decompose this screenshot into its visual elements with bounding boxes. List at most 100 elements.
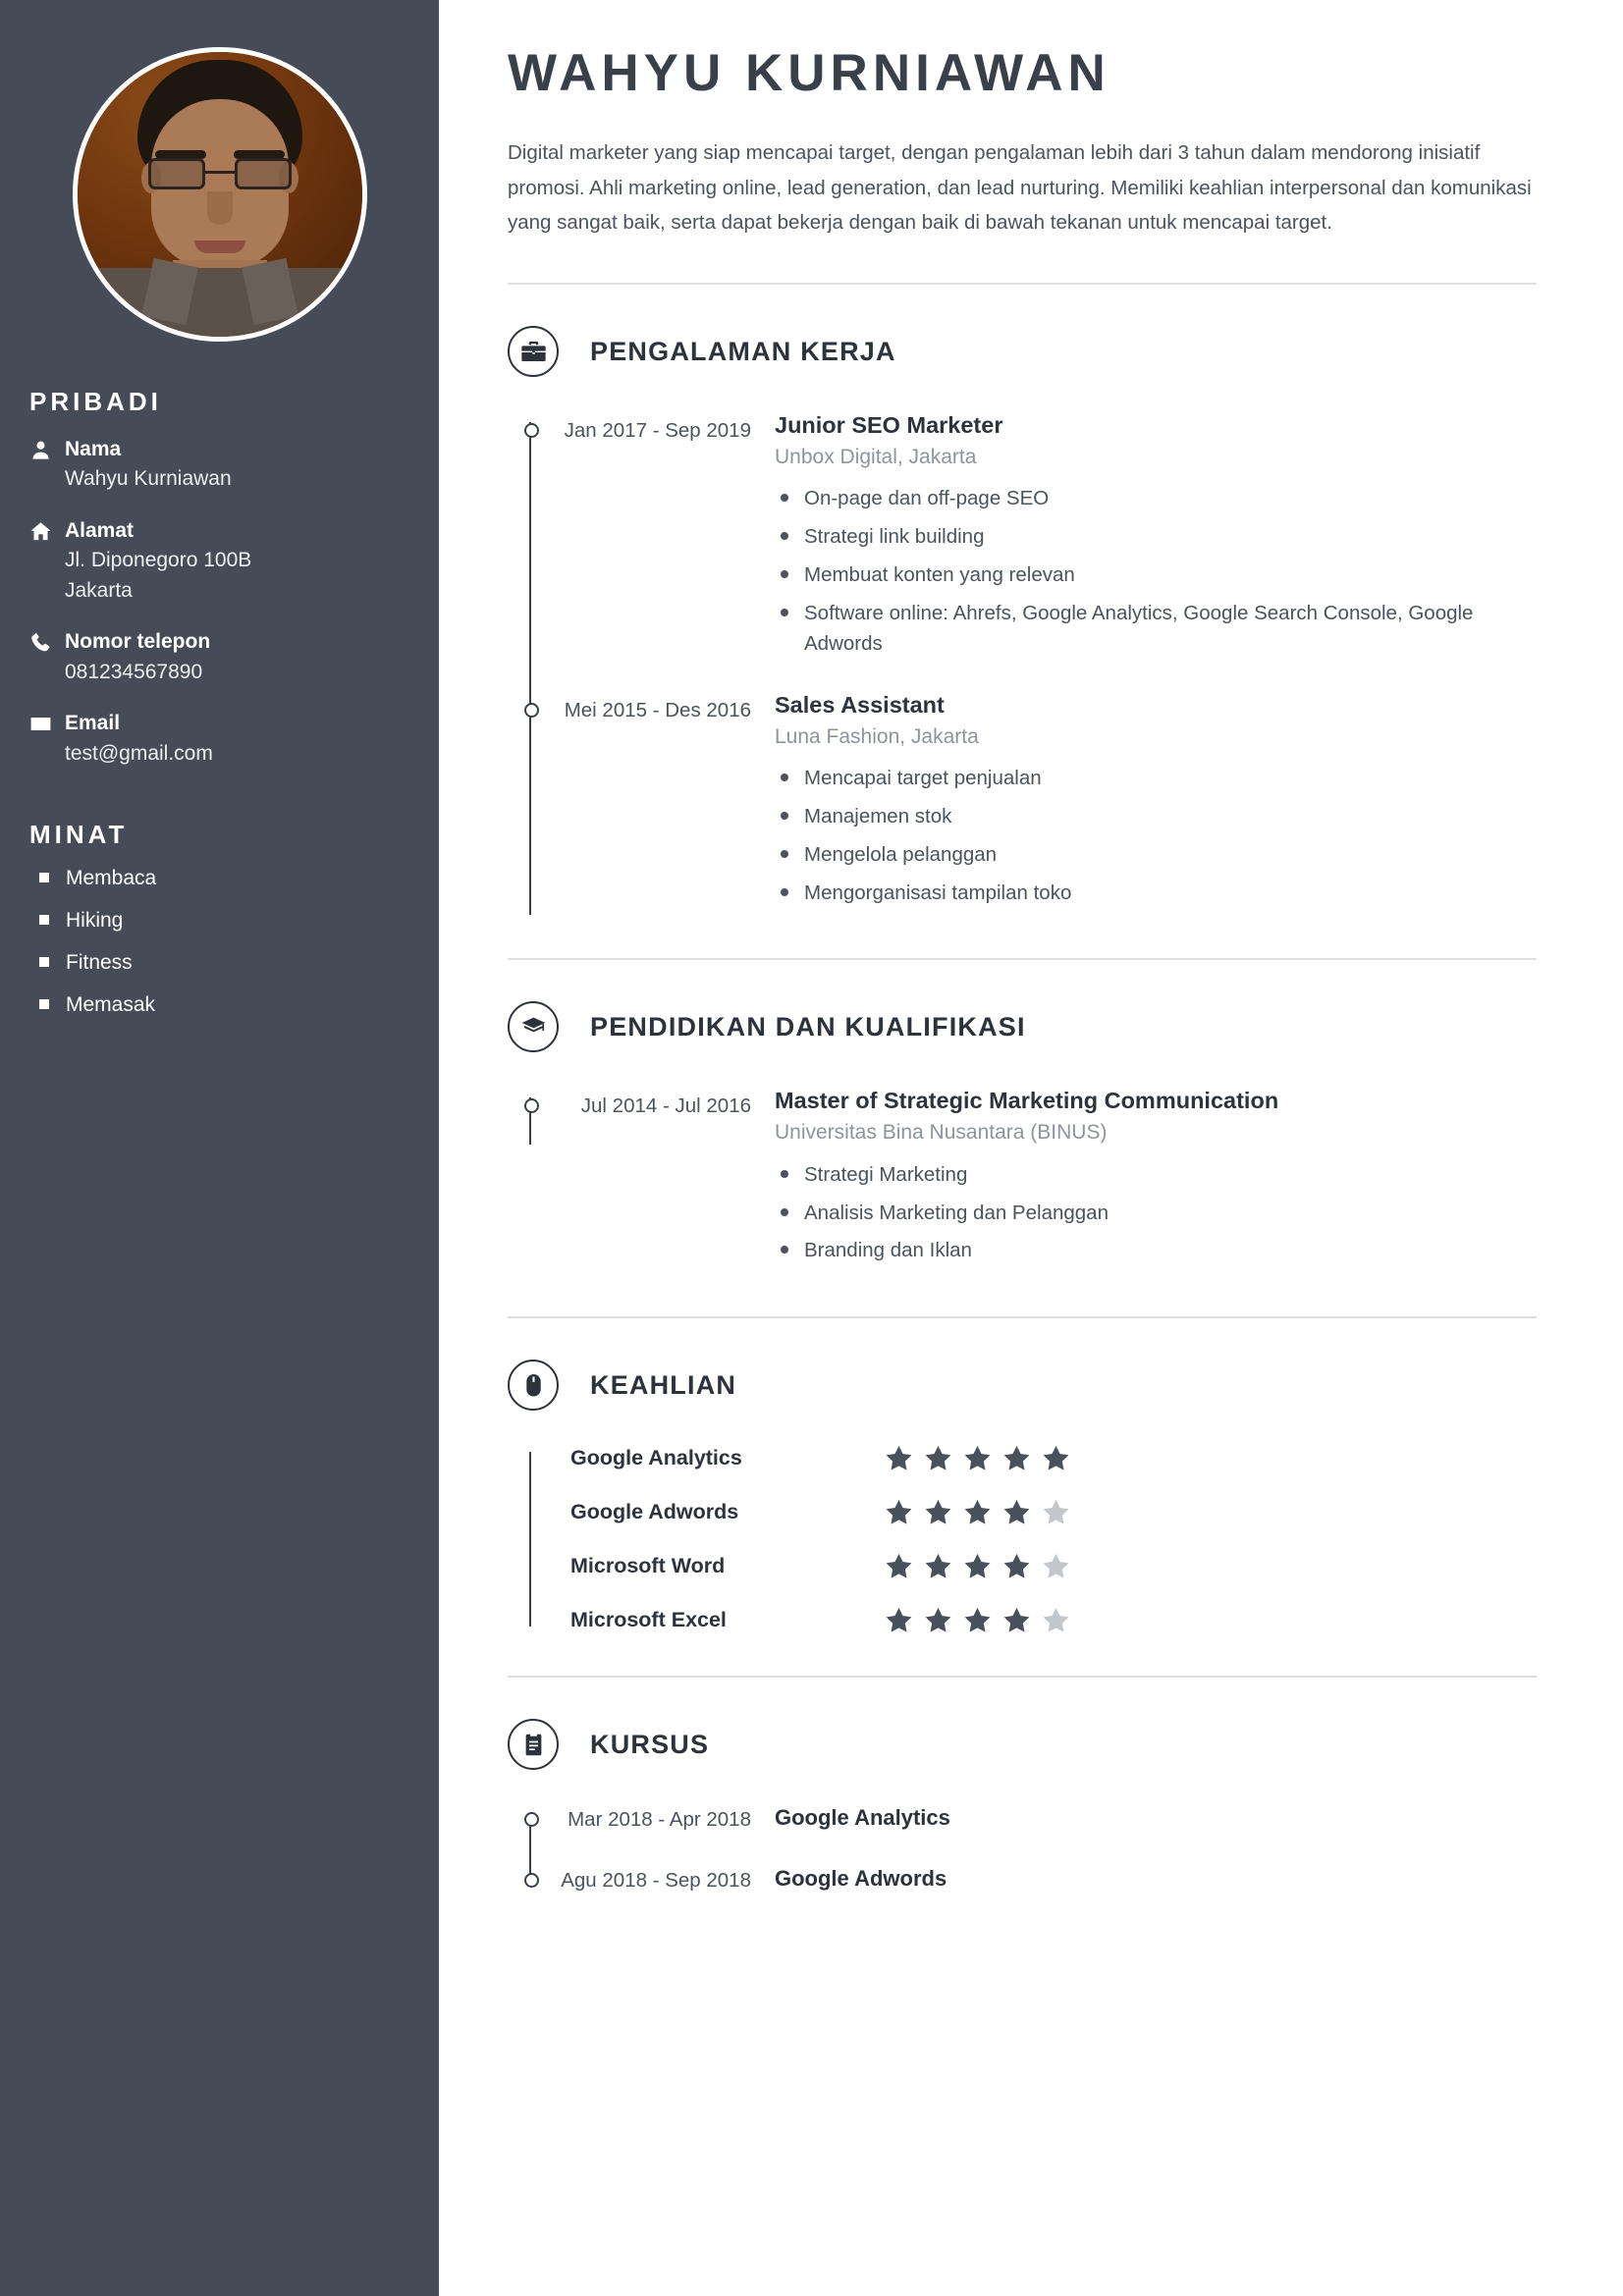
bullet-item: Branding dan Iklan	[775, 1235, 1537, 1266]
star-icon	[1002, 1498, 1031, 1526]
experience-timeline: Jan 2017 - Sep 2019 Junior SEO Marketer …	[508, 410, 1537, 916]
list-item: Membaca	[39, 868, 439, 888]
course-entry: Mar 2018 - Apr 2018 Google Analytics	[523, 1803, 1537, 1835]
star-icon	[963, 1498, 992, 1526]
star-icon	[1042, 1444, 1070, 1472]
skills-list: Google Analytics Google Adwords Microsof…	[508, 1444, 1537, 1634]
person-icon	[29, 439, 65, 461]
entry-bullets: Mencapai target penjualan Manajemen stok…	[775, 763, 1537, 908]
section-title: KEAHLIAN	[590, 1369, 737, 1400]
skill-name: Google Analytics	[570, 1446, 742, 1470]
course-entry: Agu 2018 - Sep 2018 Google Adwords	[523, 1864, 1537, 1896]
skill-row: Microsoft Excel	[529, 1606, 1537, 1634]
bullet-item: Analisis Marketing dan Pelanggan	[775, 1198, 1537, 1229]
section-title: KURSUS	[590, 1729, 710, 1759]
divider	[508, 283, 1537, 286]
skill-row: Google Adwords	[529, 1498, 1537, 1526]
section-title: PENDIDIKAN DAN KUALIFIKASI	[590, 1011, 1026, 1041]
contact-item-nama: Nama Wahyu Kurniawan	[29, 435, 439, 495]
contact-value: Wahyu Kurniawan	[65, 467, 232, 491]
section-title: PENGALAMAN KERJA	[590, 336, 896, 366]
home-icon	[29, 520, 65, 543]
skill-row: Microsoft Word	[529, 1552, 1537, 1580]
star-icon	[963, 1606, 992, 1634]
star-icon	[924, 1552, 952, 1580]
bullet-item: Strategi link building	[775, 521, 1537, 553]
star-icon	[924, 1444, 952, 1472]
star-icon	[885, 1498, 913, 1526]
section-header-education: PENDIDIKAN DAN KUALIFIKASI	[508, 1001, 1537, 1053]
avatar-container	[0, 0, 439, 351]
square-bullet-icon	[39, 999, 49, 1010]
timeline-dot-icon	[523, 1812, 539, 1828]
star-icon	[1042, 1498, 1070, 1526]
skill-name: Google Adwords	[570, 1500, 739, 1524]
bullet-item: Manajemen stok	[775, 801, 1537, 832]
skill-name: Microsoft Word	[570, 1554, 726, 1578]
timeline-dot-icon	[523, 1872, 539, 1888]
divider	[508, 1316, 1537, 1319]
main-content: WAHYU KURNIAWAN Digital marketer yang si…	[439, 0, 1623, 2296]
experience-entry: Mei 2015 - Des 2016 Sales Assistant Luna…	[523, 690, 1537, 915]
entry-role: Junior SEO Marketer	[775, 412, 1003, 439]
star-icon	[924, 1606, 952, 1634]
course-date: Mar 2018 - Apr 2018	[568, 1808, 751, 1832]
star-icon	[1002, 1606, 1031, 1634]
interest-label: Fitness	[66, 950, 133, 974]
star-icon	[885, 1552, 913, 1580]
square-bullet-icon	[39, 915, 49, 926]
entry-degree: Master of Strategic Marketing Communicat…	[775, 1088, 1279, 1114]
star-icon	[1042, 1606, 1070, 1634]
timeline-dot-icon	[523, 703, 539, 719]
envelope-icon	[29, 713, 65, 735]
graduation-cap-icon	[508, 1001, 559, 1053]
avatar	[72, 47, 367, 342]
profile-summary: Digital marketer yang siap mencapai targ…	[508, 141, 1532, 234]
bullet-item: Mencapai target penjualan	[775, 763, 1537, 794]
skill-rating	[885, 1552, 1070, 1580]
education-timeline: Jul 2014 - Jul 2016 Master of Strategic …	[508, 1086, 1537, 1273]
contact-item-alamat: Alamat Jl. Diponegoro 100B Jakarta	[29, 516, 439, 606]
interest-label: Membaca	[66, 866, 157, 889]
interest-label: Hiking	[66, 908, 124, 932]
course-name: Google Adwords	[775, 1865, 947, 1891]
square-bullet-icon	[39, 873, 49, 883]
section-header-courses: KURSUS	[508, 1719, 1537, 1771]
interests-heading: MINAT	[29, 819, 129, 849]
briefcase-icon	[508, 326, 559, 378]
contact-label: Email	[65, 712, 121, 735]
bullet-item: On-page dan off-page SEO	[775, 483, 1537, 514]
interest-label: Memasak	[66, 992, 156, 1016]
skill-rating	[885, 1606, 1070, 1634]
skill-row: Google Analytics	[529, 1444, 1537, 1472]
star-icon	[924, 1498, 952, 1526]
education-entry: Jul 2014 - Jul 2016 Master of Strategic …	[523, 1086, 1537, 1273]
contact-value: Jl. Diponegoro 100B Jakarta	[65, 549, 252, 602]
contact-value: test@gmail.com	[65, 741, 213, 765]
entry-bullets: Strategi Marketing Analisis Marketing da…	[775, 1159, 1537, 1266]
star-icon	[963, 1444, 992, 1472]
star-icon	[1002, 1444, 1031, 1472]
entry-date: Mei 2015 - Des 2016	[564, 699, 751, 722]
list-item: Memasak	[39, 994, 439, 1015]
square-bullet-icon	[39, 957, 49, 968]
entry-date: Jul 2014 - Jul 2016	[580, 1095, 751, 1118]
star-icon	[1002, 1552, 1031, 1580]
bullet-item: Mengelola pelanggan	[775, 839, 1537, 871]
skill-rating	[885, 1498, 1070, 1526]
certificate-icon	[508, 1719, 559, 1771]
skill-rating	[885, 1444, 1070, 1472]
courses-timeline: Mar 2018 - Apr 2018 Google Analytics Agu…	[508, 1803, 1537, 1895]
section-header-experience: PENGALAMAN KERJA	[508, 326, 1537, 378]
contact-value: 081234567890	[65, 660, 203, 683]
entry-bullets: On-page dan off-page SEO Strategi link b…	[775, 483, 1537, 660]
bullet-item: Strategi Marketing	[775, 1159, 1537, 1191]
entry-organization: Unbox Digital, Jakarta	[775, 445, 977, 468]
timeline-dot-icon	[523, 423, 539, 439]
personal-heading: PRIBADI	[29, 387, 162, 416]
entry-role: Sales Assistant	[775, 692, 945, 719]
bullet-item: Membuat konten yang relevan	[775, 560, 1537, 591]
star-icon	[963, 1552, 992, 1580]
section-header-skills: KEAHLIAN	[508, 1360, 1537, 1412]
divider	[508, 1676, 1537, 1679]
